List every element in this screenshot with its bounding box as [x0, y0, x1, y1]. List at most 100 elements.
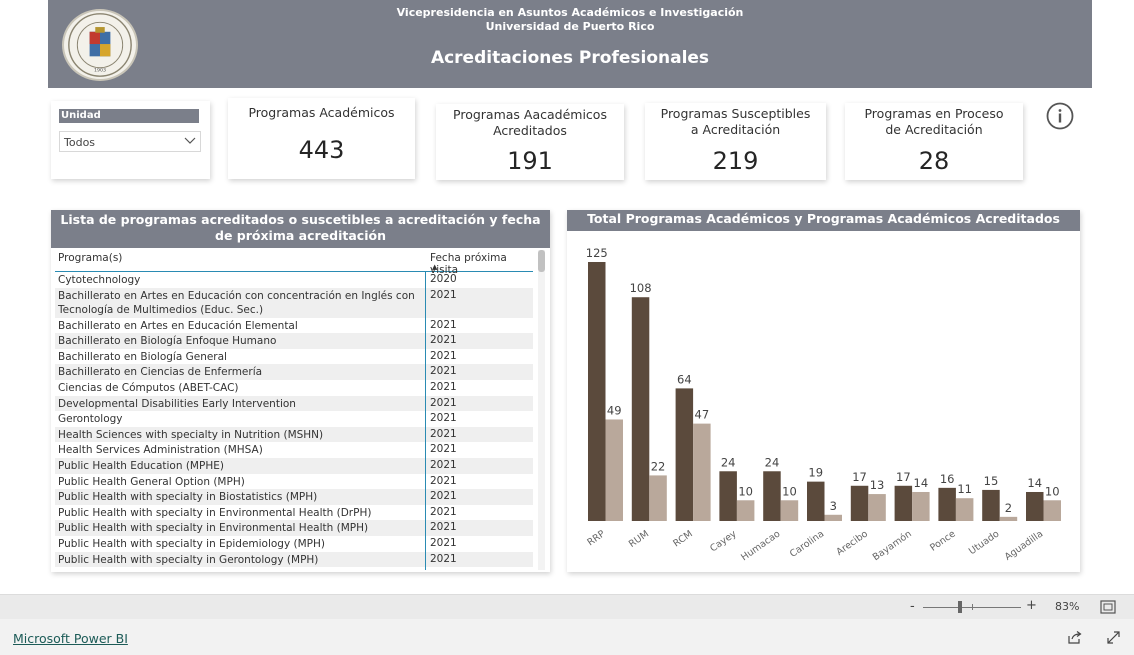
bar-bayamón-series-1[interactable] — [894, 485, 913, 521]
kpi-value: 443 — [298, 136, 345, 164]
table-row[interactable]: Public Health Education (MPHE) 2021 — [55, 457, 533, 474]
row-date: 2021 — [430, 443, 457, 456]
table-column-headers: Programa(s) Fecha próxima visita ▲ — [55, 250, 533, 276]
data-label: 10 — [1045, 484, 1060, 498]
fit-to-page-icon[interactable] — [1100, 600, 1116, 614]
table-row[interactable]: Ciencias de Cómputos (ABET-CAC) 2021 — [55, 380, 533, 396]
row-date: 2021 — [430, 318, 457, 331]
bar-cayey-series-1[interactable] — [719, 471, 737, 521]
bar-aguadilla-series-1[interactable] — [1026, 491, 1044, 521]
data-label: 2 — [1005, 501, 1012, 515]
bar-chart: 125 49 RRP 108 22 RUM 64 47 RCM 24 10 Cayey 24 10 Huma… — [585, 246, 1062, 563]
row-date: 2021 — [430, 536, 457, 549]
row-date: 2021 — [430, 396, 457, 409]
row-program: Bachillerato en Biología General — [58, 350, 227, 363]
row-date: 2021 — [430, 412, 457, 425]
data-label: 10 — [782, 484, 797, 498]
bar-arecibo-series-2[interactable] — [868, 494, 886, 521]
table-row[interactable]: Health Sciences with specialty in Nutrit… — [55, 426, 533, 443]
table-row[interactable]: Public Health with specialty in Environm… — [55, 505, 533, 521]
kpi-label: Programas Aacadémicos Acreditados — [453, 107, 607, 138]
data-label: 3 — [830, 499, 837, 513]
bar-utuado-series-1[interactable] — [982, 489, 1000, 521]
table-row[interactable]: Public Health with specialty in Epidemio… — [55, 536, 533, 552]
table-scrollbar[interactable] — [538, 250, 545, 570]
row-date: 2020 — [430, 273, 457, 285]
bar-carolina-series-2[interactable] — [824, 514, 843, 521]
row-program: Bachillerato en Ciencias de Enfermería — [58, 366, 263, 379]
table-row[interactable]: Developmental Disabilities Early Interve… — [55, 395, 533, 412]
kpi-value: 191 — [507, 147, 553, 175]
table-row[interactable]: Bachillerato en Artes en Educación con c… — [55, 287, 533, 318]
report-banner: 1903 Vicepresidencia en Asuntos Académic… — [48, 0, 1092, 88]
x-axis-label: RCM — [671, 528, 694, 549]
bar-ponce-series-1[interactable] — [938, 487, 956, 521]
bar-arecibo-series-1[interactable] — [850, 485, 869, 521]
row-date: 2021 — [430, 458, 457, 471]
report-canvas: 1903 Vicepresidencia en Asuntos Académic… — [0, 0, 1134, 594]
x-axis-label: RUM — [627, 528, 651, 549]
table-row[interactable]: Bachillerato en Biología General 2021 — [55, 349, 533, 365]
bar-chart-panel: Total Programas Académicos y Programas A… — [567, 210, 1080, 572]
bar-rrp-series-1[interactable] — [588, 262, 606, 521]
bar-bayamón-series-2[interactable] — [912, 491, 930, 521]
zoom-slider-tick — [972, 604, 973, 610]
unidad-dropdown[interactable]: Todos — [59, 131, 201, 152]
share-icon[interactable] — [1067, 630, 1082, 645]
data-label: 11 — [957, 482, 972, 496]
data-label: 125 — [586, 246, 608, 260]
data-label: 19 — [808, 466, 823, 480]
fullscreen-icon[interactable] — [1106, 630, 1121, 645]
zoom-bar: - + 83% — [0, 594, 1134, 619]
zoom-out-button[interactable]: - — [910, 599, 915, 614]
bar-cayey-series-2[interactable] — [736, 500, 755, 521]
table-row[interactable]: Public Health with specialty in Gerontol… — [55, 551, 533, 568]
page-title: Acreditaciones Profesionales — [430, 48, 710, 68]
bar-humacao-series-1[interactable] — [763, 471, 781, 521]
data-label: 16 — [940, 472, 955, 486]
powerbi-footer: Microsoft Power BI — [0, 619, 1134, 655]
table-row[interactable]: Health Services Administration (MHSA) 202… — [55, 442, 533, 458]
bar-carolina-series-1[interactable] — [807, 481, 825, 521]
x-axis-label: Ponce — [928, 528, 958, 553]
scrollbar-thumb[interactable] — [538, 250, 545, 272]
bar-utuado-series-2[interactable] — [999, 516, 1018, 521]
bar-rum-series-2[interactable] — [649, 475, 667, 521]
row-date: 2021 — [430, 427, 457, 440]
row-program: Bachillerato en Artes en Educación Eleme… — [58, 319, 298, 332]
row-program: Public Health with specialty in Environm… — [58, 522, 369, 535]
kpi-value: 219 — [712, 147, 759, 175]
row-program: Health Services Administration (MHSA) — [58, 444, 263, 457]
kpi-value: 28 — [918, 147, 950, 175]
x-axis-label: Aguadilla — [1003, 528, 1045, 562]
bar-humacao-series-2[interactable] — [780, 500, 799, 521]
bar-ponce-series-2[interactable] — [955, 498, 974, 521]
data-label: 108 — [630, 281, 652, 295]
table-row[interactable]: Public Health General Option (MPH) 2021 — [55, 474, 533, 490]
table-row[interactable]: Public Health with specialty in Environm… — [55, 520, 533, 536]
table-row[interactable]: Cytotechnology 2020 — [55, 272, 533, 288]
kpi-label: Programas Académicos — [248, 105, 395, 120]
zoom-in-button[interactable]: + — [1026, 598, 1037, 613]
table-row[interactable]: Gerontology 2021 — [55, 411, 533, 427]
info-icon[interactable] — [1046, 102, 1074, 130]
zoom-level: 83% — [1055, 600, 1080, 613]
zoom-slider-thumb[interactable] — [958, 601, 963, 613]
table-row[interactable]: Public Health with specialty in Biostati… — [55, 489, 533, 505]
bar-rcm-series-1[interactable] — [675, 388, 694, 521]
table-row[interactable]: Bachillerato en Biología Enfoque Humano 2… — [55, 333, 533, 349]
table-row[interactable]: Bachillerato en Ciencias de Enfermería 20… — [55, 364, 533, 380]
table-row[interactable]: Bachillerato en Artes en Educación Eleme… — [55, 318, 533, 334]
bar-rrp-series-2[interactable] — [605, 419, 624, 521]
x-axis-label: Arecibo — [834, 528, 870, 558]
bar-aguadilla-series-2[interactable] — [1043, 500, 1062, 521]
row-program: Gerontology — [58, 413, 123, 426]
bar-rcm-series-2[interactable] — [693, 423, 711, 521]
bar-rum-series-1[interactable] — [631, 297, 650, 521]
powerbi-link[interactable]: Microsoft Power BI — [13, 631, 128, 646]
kpi-card-programas: Programas Académicos 443 — [228, 98, 415, 179]
table-body: Cytotechnology 2020 Bachillerato en Artes … — [55, 272, 533, 570]
data-label: 49 — [607, 403, 622, 417]
data-label: 17 — [852, 470, 867, 484]
column-header-programa[interactable]: Programa(s) — [58, 252, 122, 264]
